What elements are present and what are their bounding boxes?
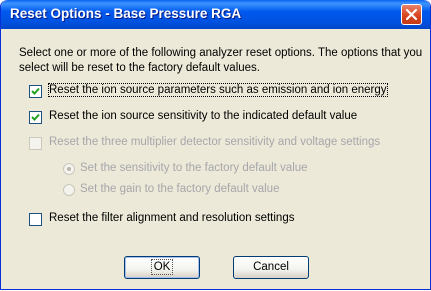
radio-button-gain[interactable] bbox=[63, 184, 75, 196]
close-button[interactable] bbox=[401, 4, 422, 25]
option-ion-source-parameters-label[interactable]: Reset the ion source parameters such as … bbox=[48, 83, 388, 97]
check-icon bbox=[31, 113, 40, 121]
radio-selected-dot bbox=[67, 167, 71, 171]
option-filter-alignment-label[interactable]: Reset the filter alignment and resolutio… bbox=[49, 212, 294, 224]
option-ion-source-sensitivity-label[interactable]: Reset the ion source sensitivity to the … bbox=[49, 110, 357, 122]
checkbox-ion-source-parameters[interactable] bbox=[29, 85, 42, 98]
option-multiplier-detector-label[interactable]: Reset the three multiplier detector sens… bbox=[49, 136, 380, 148]
reset-options-dialog: Reset Options - Base Pressure RGA Select… bbox=[0, 0, 431, 290]
window-title: Reset Options - Base Pressure RGA bbox=[10, 6, 242, 21]
checkbox-ion-source-sensitivity[interactable] bbox=[29, 111, 42, 124]
ok-button[interactable]: OK bbox=[124, 256, 200, 279]
checkbox-multiplier-detector[interactable] bbox=[29, 137, 42, 150]
close-icon bbox=[406, 9, 417, 20]
radio-sensitivity-label[interactable]: Set the sensitivity to the factory defau… bbox=[80, 162, 308, 174]
radio-gain-label[interactable]: Set the gain to the factory default valu… bbox=[80, 183, 279, 195]
cancel-button-label: Cancel bbox=[253, 261, 289, 273]
checkbox-filter-alignment[interactable] bbox=[29, 213, 42, 226]
title-bar[interactable]: Reset Options - Base Pressure RGA bbox=[1, 0, 430, 29]
radio-button-sensitivity[interactable] bbox=[63, 163, 75, 175]
check-icon bbox=[31, 87, 40, 95]
instructions-text: Select one or more of the following anal… bbox=[19, 47, 423, 74]
ok-button-label: OK bbox=[150, 259, 174, 275]
cancel-button[interactable]: Cancel bbox=[233, 256, 309, 279]
